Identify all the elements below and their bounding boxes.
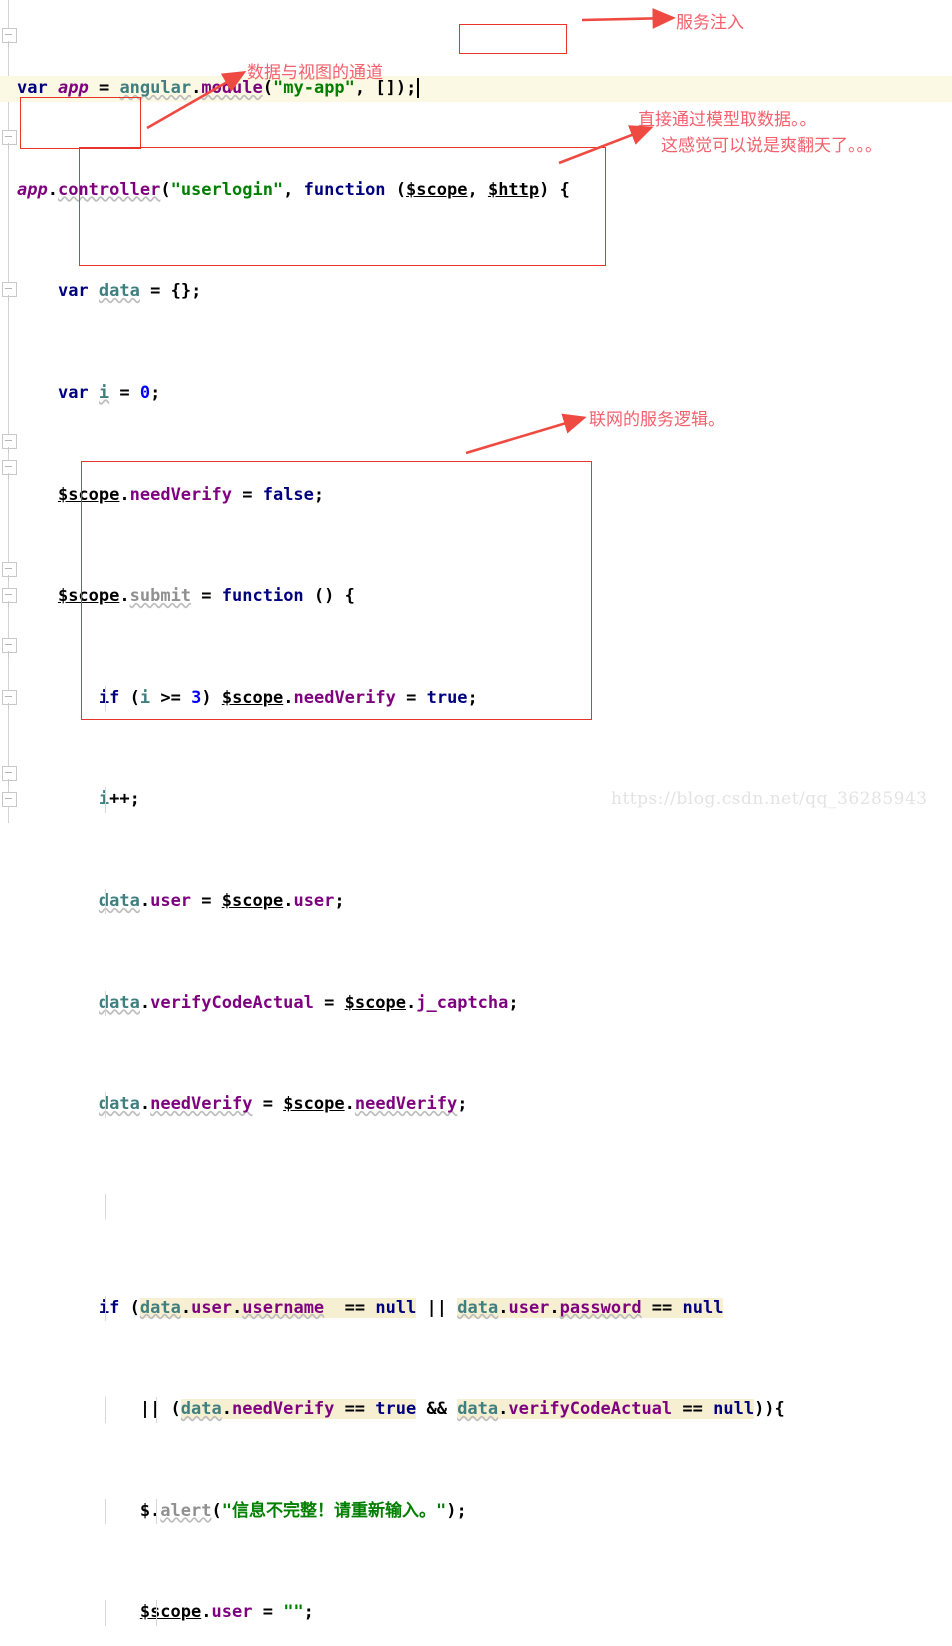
note-model-fetch-line1: 直接通过模型取数据。。 [638,110,817,130]
note-service-injection: 服务注入 [676,13,744,33]
code-line[interactable]: || (data.needVerify == true && data.veri… [0,1397,952,1423]
code-line [0,1193,952,1220]
code-line[interactable]: data.verifyCodeActual = $scope.j_captcha… [0,990,952,1017]
code-line[interactable]: if (data.user.username == null || data.u… [0,1295,952,1321]
code-line[interactable]: data.user = $scope.user; [0,889,952,915]
code-editor[interactable]: var app = angular.module("my-app", []); … [0,0,952,1626]
watermark: https://blog.csdn.net/qq_36285943 [611,789,928,809]
code-line[interactable]: $.alert("信息不完整！请重新输入。"); [0,1498,952,1525]
note-network-service-logic: 联网的服务逻辑。 [589,410,725,430]
code-line[interactable]: data.needVerify = $scope.needVerify; [0,1092,952,1118]
note-model-fetch-line2: 这感觉可以说是爽翻天了。。。 [661,136,882,156]
code-line[interactable]: $scope.user = ""; [0,1600,952,1626]
note-data-view-channel: 数据与视图的通道 [247,63,383,83]
